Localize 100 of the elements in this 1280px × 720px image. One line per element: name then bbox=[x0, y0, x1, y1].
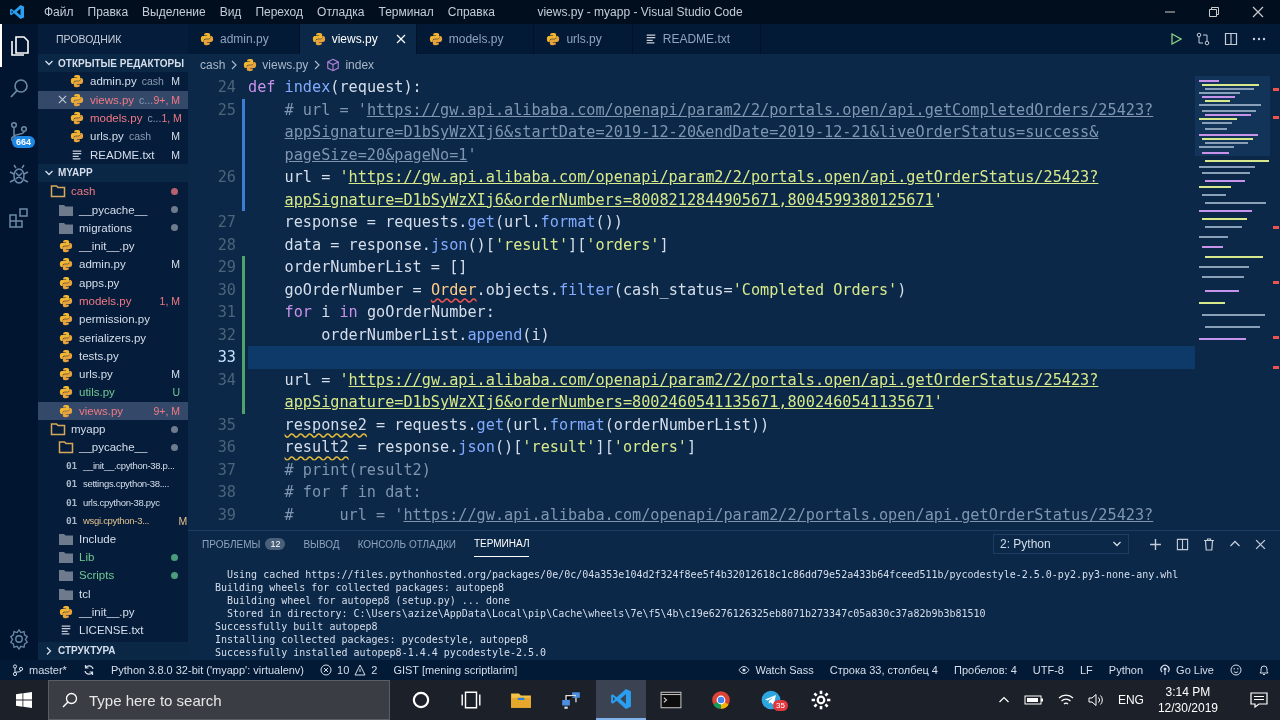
chevron-right-icon[interactable] bbox=[44, 645, 54, 656]
editor-tab[interactable]: models.py bbox=[416, 24, 535, 54]
folder-item[interactable]: __pycache__ bbox=[38, 438, 188, 457]
status-item[interactable]: Строка 33, столбец 4 bbox=[829, 664, 938, 676]
open-editor-item[interactable]: urls.py cash M bbox=[38, 127, 188, 146]
error-icon[interactable] bbox=[320, 664, 333, 676]
status-item[interactable]: GIST [mening scriptlarim] bbox=[393, 664, 518, 676]
sidebar-title: ПРОВОДНИК bbox=[55, 32, 123, 47]
close-icon[interactable] bbox=[1255, 538, 1266, 550]
split-editor-icon[interactable] bbox=[1224, 32, 1238, 46]
chevron-right-icon bbox=[313, 60, 322, 70]
editor-tab[interactable]: admin.py bbox=[188, 24, 300, 54]
menu-item[interactable]: Выделение bbox=[135, 5, 213, 19]
menu-item[interactable]: Файл bbox=[37, 5, 81, 19]
panel-tab[interactable]: ПРОБЛЕМЫ 12 bbox=[202, 531, 286, 557]
file-item[interactable]: apps.py bbox=[38, 273, 188, 292]
panel-tab[interactable]: ТЕРМИНАЛ bbox=[473, 531, 530, 557]
trash-icon[interactable] bbox=[1203, 537, 1215, 551]
code-line: data = response.json()['result']['orders'] bbox=[283, 234, 670, 256]
split-terminal-icon[interactable] bbox=[1176, 537, 1189, 551]
activity-tab[interactable]: 664 bbox=[0, 110, 38, 153]
open-editor-item[interactable]: admin.py cash M bbox=[38, 72, 188, 91]
status-item[interactable]: Python bbox=[1108, 664, 1144, 676]
open-editor-item[interactable]: views.py c...9+, M bbox=[38, 90, 188, 109]
panel-tab[interactable]: ВЫВОД bbox=[303, 531, 340, 557]
menu-item[interactable]: Отладка bbox=[310, 5, 372, 19]
notifications-icon[interactable] bbox=[1250, 692, 1268, 708]
run-icon[interactable] bbox=[1170, 33, 1182, 45]
windows-logo-icon[interactable] bbox=[16, 692, 32, 708]
restore-icon[interactable] bbox=[1208, 6, 1220, 18]
folder-item[interactable]: __pycache__ bbox=[38, 200, 188, 219]
branch-icon[interactable] bbox=[12, 664, 24, 676]
file-item[interactable]: 01 settings.cpython-38.... bbox=[38, 474, 188, 494]
file-item[interactable]: 01 __init__.cpython-38.p... bbox=[38, 456, 188, 475]
editor-tab[interactable]: views.py bbox=[299, 24, 417, 54]
file-item[interactable]: 01 wsgi.cpython-3... M bbox=[38, 511, 188, 530]
file-item[interactable]: models.py 1, M bbox=[38, 291, 188, 311]
search-field[interactable]: Type here to search bbox=[48, 680, 390, 720]
sync-icon[interactable] bbox=[82, 664, 95, 676]
breadcrumb-item[interactable]: cash bbox=[200, 58, 226, 72]
file-item[interactable]: __init__.py bbox=[38, 602, 188, 622]
file-item[interactable]: tests.py bbox=[38, 346, 188, 366]
section-header[interactable]: MYAPP bbox=[58, 167, 93, 179]
plus-icon[interactable] bbox=[1149, 537, 1162, 551]
file-item[interactable]: permission.py bbox=[38, 310, 188, 329]
folder-item[interactable]: tcl bbox=[38, 584, 188, 603]
file-item[interactable]: urls.py M bbox=[38, 365, 188, 384]
status-item[interactable]: Пробелов: 4 bbox=[954, 664, 1017, 676]
open-editor-item[interactable]: models.py c...1, M bbox=[38, 108, 188, 128]
panel-tab[interactable]: КОНСОЛЬ ОТЛАДКИ bbox=[357, 531, 456, 557]
line-number: 25 bbox=[217, 100, 236, 119]
warning-count[interactable]: 2 bbox=[371, 664, 378, 676]
close-icon[interactable] bbox=[1252, 6, 1264, 18]
terminal-select[interactable]: 2: Python bbox=[993, 534, 1129, 554]
menu-item[interactable]: Справка bbox=[440, 5, 502, 19]
compare-changes-icon[interactable] bbox=[1196, 32, 1210, 46]
clock[interactable]: 3:14 PM 12/30/2019 bbox=[1157, 684, 1218, 716]
input-language[interactable]: ENG bbox=[1117, 693, 1144, 707]
eye-icon[interactable] bbox=[738, 664, 751, 676]
file-item[interactable]: utils.py U bbox=[38, 383, 188, 402]
settings-icon[interactable] bbox=[8, 628, 30, 650]
smiley-icon[interactable] bbox=[1230, 664, 1242, 676]
broadcast-icon[interactable] bbox=[1159, 664, 1172, 676]
menu-item[interactable]: Терминал bbox=[371, 5, 441, 19]
file-item[interactable]: 01 urls.cpython-38.pyc bbox=[38, 493, 188, 512]
menu-item[interactable]: Правка bbox=[80, 5, 136, 19]
terminal-icon bbox=[660, 689, 682, 711]
bell-icon[interactable] bbox=[1258, 664, 1270, 676]
status-item[interactable]: LF bbox=[1080, 664, 1093, 676]
error-count[interactable]: 10 bbox=[337, 664, 350, 676]
folder-item[interactable]: Scripts bbox=[38, 566, 188, 585]
file-item[interactable]: __init__.py bbox=[38, 236, 188, 256]
status-item[interactable]: Watch Sass bbox=[755, 664, 814, 676]
warning-icon[interactable] bbox=[354, 664, 367, 676]
editor-tab[interactable]: README.txt bbox=[632, 24, 762, 54]
wifi-icon[interactable] bbox=[1057, 693, 1074, 707]
status-item[interactable]: Python 3.8.0 32-bit ('myapp': virtualenv) bbox=[110, 664, 305, 676]
status-item[interactable]: master* bbox=[29, 664, 67, 676]
breadcrumb-item[interactable]: views.py bbox=[262, 58, 309, 72]
line-number: 32 bbox=[217, 325, 236, 344]
file-item[interactable]: admin.py M bbox=[38, 255, 188, 274]
status-item[interactable]: Go Live bbox=[1176, 664, 1214, 676]
status-item[interactable]: UTF-8 bbox=[1032, 664, 1064, 676]
menu-item[interactable]: Вид bbox=[212, 5, 249, 19]
editor-tab[interactable]: urls.py bbox=[534, 24, 633, 54]
folder-item[interactable]: Include bbox=[38, 529, 188, 548]
menu-item[interactable]: Переход bbox=[248, 5, 311, 19]
folder-item[interactable]: migrations bbox=[38, 218, 188, 237]
git-status-label: U bbox=[172, 386, 180, 399]
file-item[interactable]: serializers.py bbox=[38, 328, 188, 347]
taskbar-app[interactable]: 35 bbox=[746, 680, 796, 720]
folder-item[interactable]: myapp bbox=[38, 419, 188, 439]
file-item[interactable]: views.py 9+, M bbox=[38, 401, 188, 420]
battery-icon[interactable] bbox=[1023, 694, 1044, 706]
folder-item[interactable]: Lib bbox=[38, 548, 188, 567]
file-item[interactable]: LICENSE.txt bbox=[38, 621, 188, 640]
breadcrumb-item[interactable]: index bbox=[345, 58, 375, 72]
open-editor-item[interactable]: README.txt M bbox=[38, 145, 188, 164]
folder-item[interactable]: cash bbox=[38, 182, 188, 201]
volume-icon[interactable] bbox=[1087, 693, 1104, 707]
